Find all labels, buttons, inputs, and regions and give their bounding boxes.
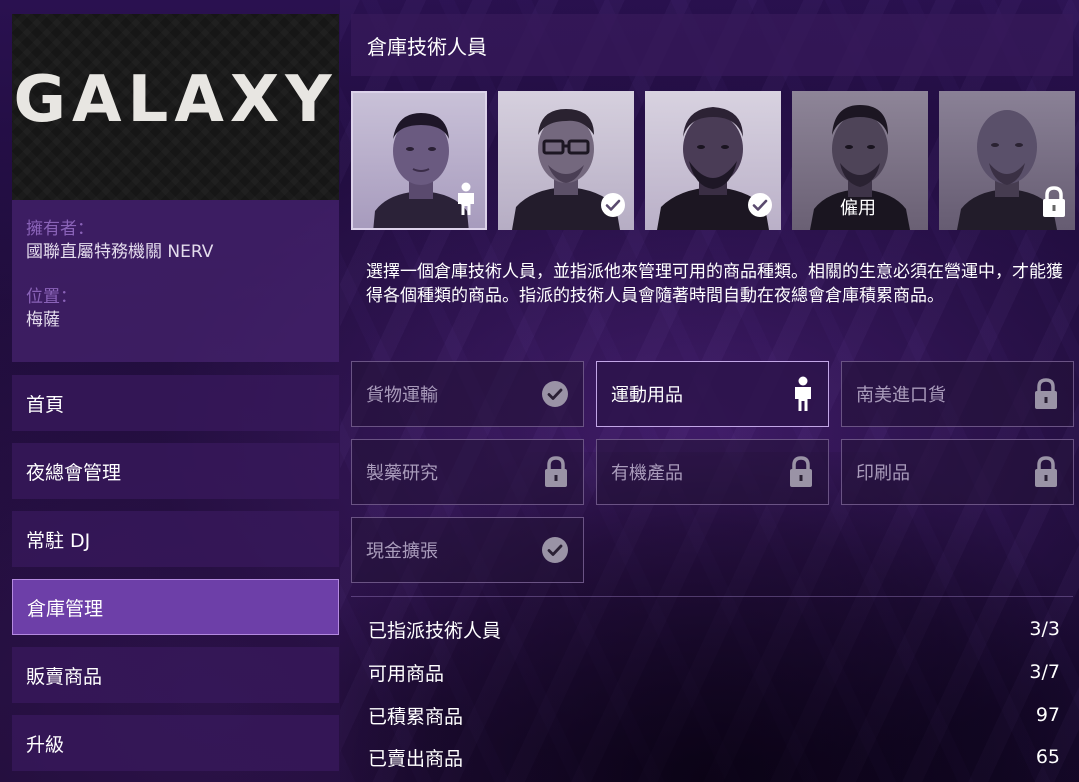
goods-tile-pharmaceutical-research[interactable]: 製藥研究 xyxy=(351,439,584,505)
menu-item-warehouse-management[interactable]: 倉庫管理 xyxy=(12,579,339,635)
lock-icon xyxy=(788,456,814,488)
stat-label: 已指派技術人員 xyxy=(368,619,502,642)
person-icon xyxy=(455,182,477,220)
lock-icon xyxy=(543,456,569,488)
owner-info-panel: 擁有者： 國聯直屬特務機關 NERV 位置： 梅薩 xyxy=(12,200,339,362)
stat-value: 97 xyxy=(1035,704,1060,726)
club-logo-panel: GALAXY xyxy=(12,14,339,200)
goods-tile-cash-creation[interactable]: 現金擴張 xyxy=(351,517,584,583)
stat-available-goods: 可用商品 3/7 xyxy=(368,657,1060,687)
menu-item-home[interactable]: 首頁 xyxy=(12,375,339,431)
goods-tile-sporting-goods[interactable]: 運動用品 xyxy=(596,361,829,427)
menu-item-upgrades[interactable]: 升級 xyxy=(12,715,339,771)
menu-item-resident-dj[interactable]: 常駐 DJ xyxy=(12,511,339,567)
goods-label: 製藥研究 xyxy=(366,463,438,484)
technician-portrait-3[interactable] xyxy=(645,91,781,230)
stat-value: 65 xyxy=(1035,746,1060,768)
stat-label: 已賣出商品 xyxy=(368,747,464,770)
goods-label: 南美進口貨 xyxy=(856,385,946,406)
stat-value: 3/3 xyxy=(1029,618,1060,640)
goods-label: 有機產品 xyxy=(611,463,683,484)
owner-value: 國聯直屬特務機關 NERV xyxy=(26,242,214,262)
menu-item-sell-goods[interactable]: 販賣商品 xyxy=(12,647,339,703)
check-circle-icon xyxy=(600,192,626,222)
check-circle-icon xyxy=(541,380,569,408)
goods-tile-organic-produce[interactable]: 有機產品 xyxy=(596,439,829,505)
lock-icon xyxy=(1033,378,1059,410)
lock-icon xyxy=(1041,186,1067,222)
stat-label: 已積累商品 xyxy=(368,705,464,728)
goods-label: 現金擴張 xyxy=(366,541,438,562)
technician-portrait-5[interactable] xyxy=(939,91,1075,230)
goods-label: 運動用品 xyxy=(611,385,683,406)
panel-title: 倉庫技術人員 xyxy=(351,14,1073,76)
technician-portrait-4[interactable]: 僱用 xyxy=(792,91,928,230)
check-circle-icon xyxy=(747,192,773,222)
technician-portrait-2[interactable] xyxy=(498,91,634,230)
goods-label: 貨物運輸 xyxy=(366,385,438,406)
stats-divider xyxy=(351,596,1073,597)
stat-goods-sold: 已賣出商品 65 xyxy=(368,742,1060,772)
location-label: 位置： xyxy=(26,287,77,307)
technician-description: 選擇一個倉庫技術人員，並指派他來管理可用的商品種類。相關的生意必須在營運中，才能… xyxy=(366,262,1063,306)
club-logo: GALAXY xyxy=(13,63,338,137)
stat-assigned-technicians: 已指派技術人員 3/3 xyxy=(368,614,1060,644)
lock-icon xyxy=(1033,456,1059,488)
stat-value: 3/7 xyxy=(1029,661,1060,683)
goods-tile-south-american-imports[interactable]: 南美進口貨 xyxy=(841,361,1074,427)
person-icon xyxy=(792,376,814,412)
stat-label: 可用商品 xyxy=(368,662,445,685)
hire-label: 僱用 xyxy=(840,198,876,219)
goods-tile-cargo[interactable]: 貨物運輸 xyxy=(351,361,584,427)
menu-item-nightclub-management[interactable]: 夜總會管理 xyxy=(12,443,339,499)
goods-label: 印刷品 xyxy=(856,463,910,484)
owner-label: 擁有者： xyxy=(26,219,94,239)
goods-tile-printing-copying[interactable]: 印刷品 xyxy=(841,439,1074,505)
technician-portrait-1[interactable] xyxy=(351,91,487,230)
location-value: 梅薩 xyxy=(26,310,60,330)
stat-accumulated-goods: 已積累商品 97 xyxy=(368,700,1060,730)
check-circle-icon xyxy=(541,536,569,564)
